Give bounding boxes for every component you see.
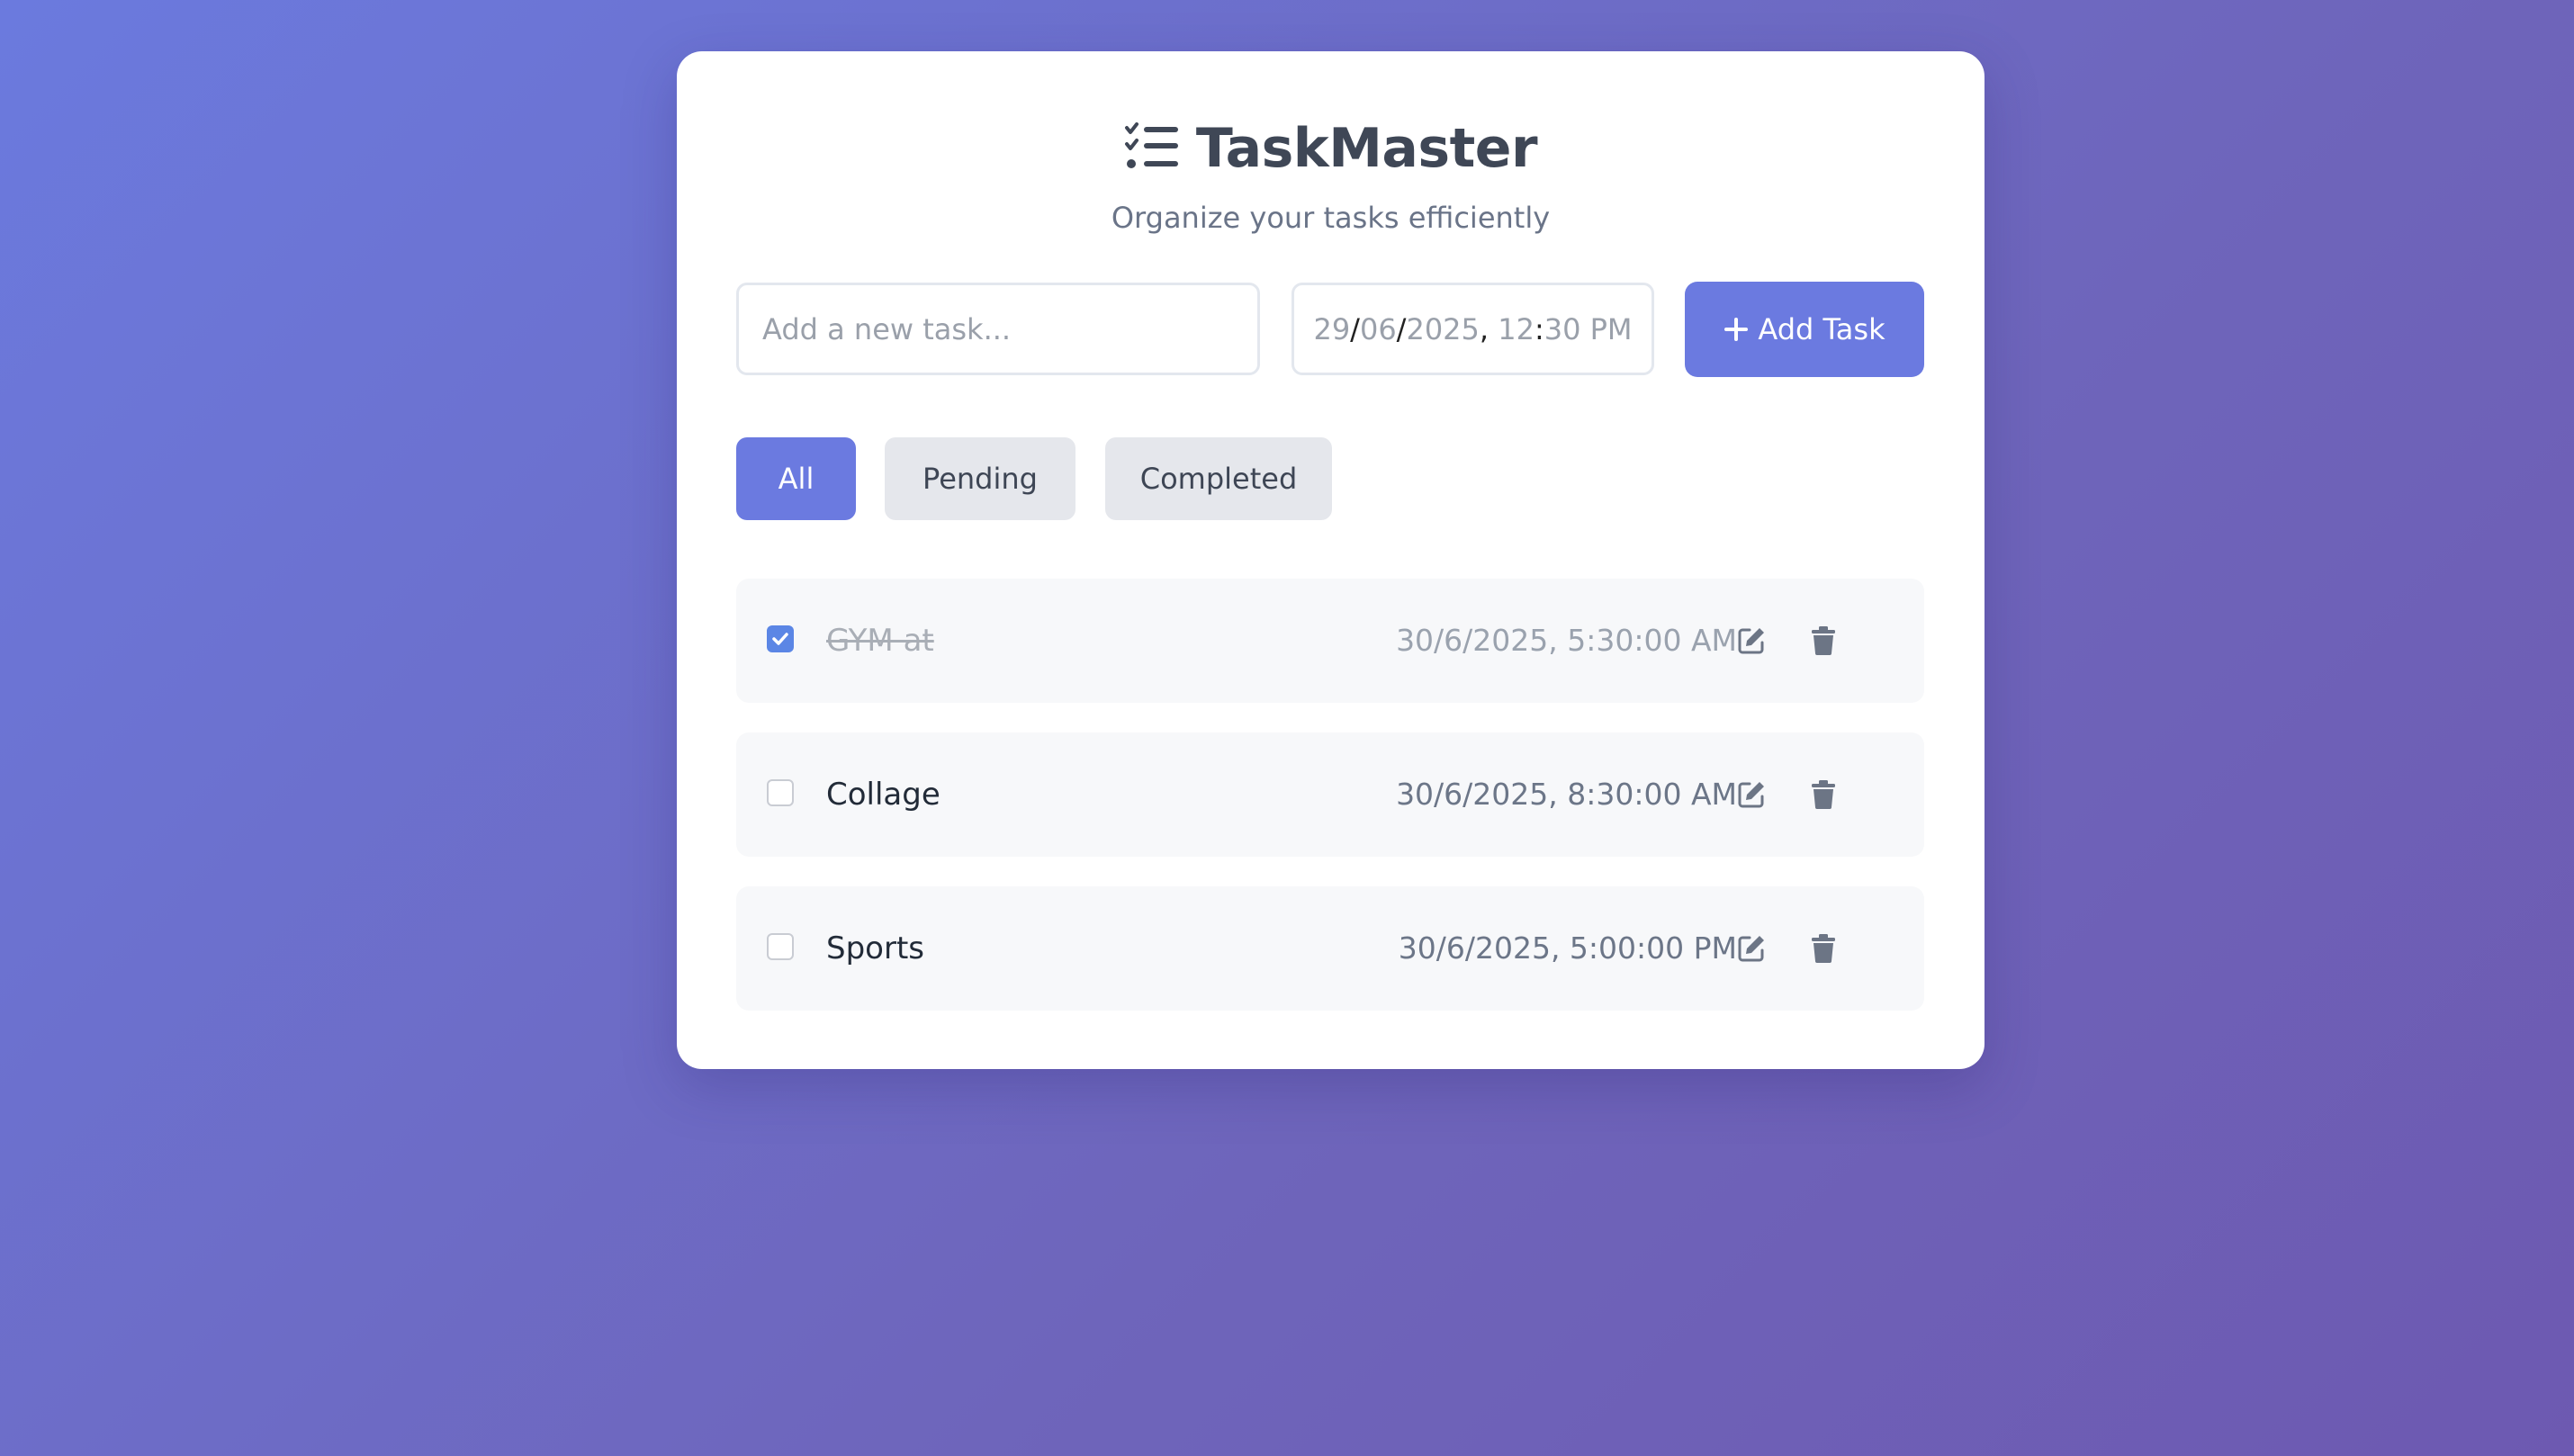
task-checkbox[interactable] — [767, 933, 794, 960]
task-row: GYM at 30/6/2025, 5:30:00 AM — [736, 579, 1924, 703]
header: TaskMaster Organize your tasks efficient… — [677, 109, 1984, 235]
datetime-separator: / — [1396, 311, 1407, 346]
app-subtitle: Organize your tasks efficiently — [1111, 201, 1551, 235]
app-title: TaskMaster — [1195, 117, 1538, 180]
datetime-separator: : — [1534, 311, 1544, 346]
task-datetime: 30/6/2025, 8:30:00 AM — [1396, 777, 1737, 812]
edit-icon — [1735, 778, 1768, 811]
task-checkbox[interactable] — [767, 625, 794, 652]
task-text: Sports — [826, 930, 924, 966]
trash-icon — [1807, 778, 1840, 811]
task-datetime: 30/6/2025, 5:30:00 AM — [1396, 623, 1737, 658]
edit-task-button[interactable] — [1733, 777, 1769, 813]
datetime-minute[interactable]: 30 — [1544, 312, 1581, 346]
edit-icon — [1735, 932, 1768, 965]
datetime-period[interactable]: PM — [1590, 312, 1633, 346]
task-row: Sports 30/6/2025, 5:00:00 PM — [736, 886, 1924, 1011]
datetime-year[interactable]: 2025 — [1406, 312, 1479, 346]
trash-icon — [1807, 625, 1840, 657]
plus-icon — [1724, 318, 1749, 341]
add-task-label: Add Task — [1758, 312, 1886, 346]
edit-task-button[interactable] — [1733, 930, 1769, 966]
task-text: Collage — [826, 777, 940, 813]
filter-pending-button[interactable]: Pending — [885, 437, 1076, 520]
new-task-input[interactable] — [736, 283, 1260, 375]
task-checkbox[interactable] — [767, 779, 794, 806]
add-task-button[interactable]: Add Task — [1685, 282, 1924, 377]
task-row: Collage 30/6/2025, 8:30:00 AM — [736, 732, 1924, 857]
title-row: TaskMaster — [1124, 109, 1538, 188]
filter-all-button[interactable]: All — [736, 437, 856, 520]
task-text: GYM at — [826, 623, 934, 659]
edit-task-button[interactable] — [1733, 623, 1769, 659]
datetime-space — [1580, 312, 1589, 346]
task-datetime: 30/6/2025, 5:00:00 PM — [1398, 930, 1737, 966]
datetime-hour[interactable]: 12 — [1498, 312, 1534, 346]
task-card: TaskMaster Organize your tasks efficient… — [677, 51, 1984, 1069]
trash-icon — [1807, 932, 1840, 965]
tasks-list-icon — [1124, 122, 1178, 168]
edit-icon — [1735, 625, 1768, 657]
due-datetime-input[interactable]: 29/06/2025, 12:30 PM — [1292, 283, 1654, 375]
datetime-separator: , — [1479, 311, 1498, 346]
delete-task-button[interactable] — [1805, 930, 1841, 966]
datetime-separator: / — [1350, 311, 1360, 346]
datetime-month[interactable]: 06 — [1360, 312, 1397, 346]
delete-task-button[interactable] — [1805, 777, 1841, 813]
filter-completed-button[interactable]: Completed — [1105, 437, 1332, 520]
datetime-day[interactable]: 29 — [1313, 312, 1350, 346]
delete-task-button[interactable] — [1805, 623, 1841, 659]
